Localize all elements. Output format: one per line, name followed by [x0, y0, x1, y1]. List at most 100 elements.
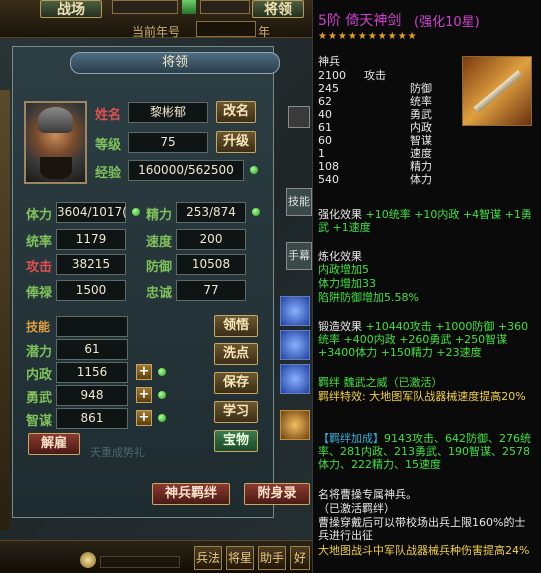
- bottom-tab-helper[interactable]: 助手: [258, 546, 286, 570]
- bond-button[interactable]: 神兵羁绊: [152, 483, 230, 505]
- level-label: 等级: [95, 138, 122, 153]
- speed-label: 速度: [146, 235, 173, 250]
- sidebar-figure-icon[interactable]: [288, 106, 310, 128]
- attr-value: 60: [318, 134, 332, 147]
- wisdom-value: 861: [56, 408, 128, 429]
- attr-name: 速度: [410, 147, 432, 160]
- attr-row: 108 精力: [318, 160, 432, 173]
- blade-icon: [473, 70, 523, 113]
- sidebar-tab-hand[interactable]: 手幕: [286, 242, 312, 270]
- loyalty-value: 77: [176, 280, 246, 301]
- chat-input[interactable]: [100, 556, 180, 568]
- attr-value: 540: [318, 173, 339, 186]
- rename-button[interactable]: 改名: [216, 101, 256, 123]
- upgrade-button[interactable]: 升级: [216, 131, 256, 153]
- item-enhance: (强化10星): [414, 15, 480, 30]
- learn-skill-button[interactable]: 领悟: [214, 315, 258, 337]
- helmet-icon: [38, 107, 73, 133]
- treasure-button[interactable]: 宝物: [214, 430, 258, 452]
- exclusive-line-2: （已激活羁绊）: [318, 502, 395, 515]
- attr-row: 540 体力: [318, 173, 432, 186]
- vigor-add-icon[interactable]: [252, 208, 260, 216]
- sidebar-sword-icon[interactable]: [280, 410, 310, 440]
- tab-battlefield[interactable]: 战场: [40, 0, 102, 18]
- exp-value: 160000/562500: [128, 160, 244, 181]
- resource-icon: [182, 0, 196, 14]
- attr-row: 2100 攻击: [318, 69, 432, 82]
- name-value: 黎彬郁: [128, 102, 208, 123]
- defense-label: 防御: [146, 260, 173, 275]
- bond-effect: 羁绊特效: 大地图军队战器械速度提高20%: [318, 390, 526, 403]
- attr-name: 防御: [410, 82, 432, 95]
- save-button[interactable]: 保存: [214, 372, 258, 394]
- attr-row: 40 勇武: [318, 108, 432, 121]
- potential-label: 潜力: [26, 345, 53, 360]
- bottom-tab-soldiers[interactable]: 兵法: [194, 546, 222, 570]
- exclusive-line-1: 名将曹操专属神兵。: [318, 488, 417, 501]
- attach-button[interactable]: 附身录: [244, 483, 310, 505]
- attr-name: 精力: [410, 160, 432, 173]
- attr-value: 2100: [318, 69, 346, 82]
- attr-value: 245: [318, 82, 339, 95]
- stamina-value: 3604/1017(: [56, 202, 127, 223]
- attr-name: 智谋: [410, 134, 432, 147]
- wisdom-plus-button[interactable]: +: [136, 410, 152, 426]
- loyalty-label: 忠诚: [146, 286, 173, 301]
- attr-value: 108: [318, 160, 339, 173]
- sidebar-item-icon-2[interactable]: [280, 330, 310, 360]
- skill-label: 技能: [26, 320, 51, 334]
- attr-name: 内政: [410, 121, 432, 134]
- attr-value: 40: [318, 108, 332, 121]
- sidebar-tab-skill[interactable]: 技能: [286, 188, 312, 216]
- chat-icon[interactable]: [80, 552, 96, 568]
- exclusive-line-3: 曹操穿戴后可以带校场出兵上限160%的士兵进行出征: [318, 516, 526, 542]
- faded-text: 天重成势礼: [90, 446, 145, 459]
- wisdom-label: 智谋: [26, 414, 53, 429]
- bond-bonus: 【羁绊加成】9143攻击、642防御、276统率、281内政、213勇武、190…: [318, 432, 536, 471]
- attr-row: 62 统率: [318, 95, 432, 108]
- resource-slot-2: [200, 0, 250, 14]
- study-button[interactable]: 学习: [214, 401, 258, 423]
- stamina-label: 体力: [26, 208, 53, 223]
- defense-value: 10508: [176, 254, 246, 275]
- wisdom-dot-icon[interactable]: [158, 414, 166, 422]
- exp-label: 经验: [95, 166, 122, 181]
- potential-value: 61: [56, 339, 128, 360]
- salary-label: 俸禄: [26, 286, 53, 301]
- sword-item-icon: [462, 56, 532, 126]
- bond-bonus-label: 【羁绊加成】: [318, 432, 384, 445]
- command-value: 1179: [56, 229, 126, 250]
- refine-line-3: 陷阱防御增加5.58%: [318, 291, 419, 304]
- dismiss-button[interactable]: 解雇: [28, 433, 80, 455]
- item-category: 神兵: [318, 55, 340, 68]
- item-title: 5阶 倚天神剑: [318, 13, 402, 29]
- bravery-value: 948: [56, 385, 128, 406]
- bottom-tab-generals[interactable]: 将星: [226, 546, 254, 570]
- reset-points-button[interactable]: 洗点: [214, 343, 258, 365]
- attr-row: 1 速度: [318, 147, 432, 160]
- vigor-label: 精力: [146, 208, 173, 223]
- sidebar-item-icon-3[interactable]: [280, 364, 310, 394]
- tab-generals[interactable]: 将领: [252, 0, 304, 18]
- exclusive-line-4: 大地图战斗中军队战器械兵种伤害提高24%: [318, 544, 530, 557]
- exp-add-icon[interactable]: [250, 166, 258, 174]
- bottom-tab-friends[interactable]: 好友: [290, 546, 310, 570]
- refine-line-2: 体力增加33: [318, 277, 376, 290]
- star-rating: ★★★★★★★★★★: [318, 31, 418, 42]
- vigor-value: 253/874: [176, 202, 246, 223]
- stamina-add-icon[interactable]: [132, 208, 140, 216]
- politics-dot-icon[interactable]: [158, 368, 166, 376]
- forge-label: 锻造效果: [318, 320, 362, 333]
- skill-field[interactable]: [56, 316, 128, 337]
- attr-value: 1: [318, 147, 325, 160]
- politics-plus-button[interactable]: +: [136, 364, 152, 380]
- bravery-dot-icon[interactable]: [158, 391, 166, 399]
- year-field: [196, 21, 256, 37]
- attr-row: 60 智谋: [318, 134, 432, 147]
- sidebar-item-icon-1[interactable]: [280, 296, 310, 326]
- bravery-plus-button[interactable]: +: [136, 387, 152, 403]
- attr-list: 2100 攻击 245 防御 62 统率 40 勇武 61 内政 60 智谋 1 速度 108…: [318, 69, 432, 186]
- attr-value: 61: [318, 121, 332, 134]
- attack-value: 38215: [56, 254, 126, 275]
- refine-label: 炼化效果: [318, 250, 362, 263]
